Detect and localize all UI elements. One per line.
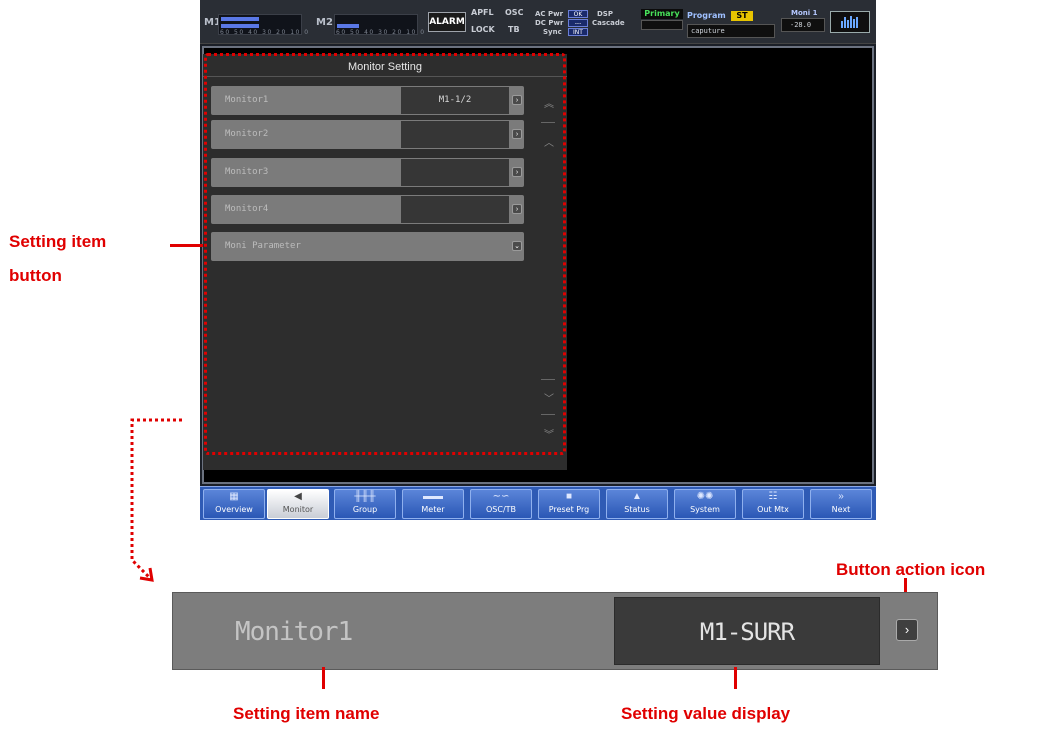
nav-status[interactable]: ▲ Status (606, 489, 668, 519)
speaker-icon: ◀ (294, 491, 302, 502)
annotation-leader-line (322, 667, 325, 689)
cascade-indicator (641, 20, 683, 30)
primary-indicator: Primary (641, 9, 683, 19)
m2-meter-bar (337, 24, 360, 28)
chevron-right-icon[interactable]: › (896, 619, 918, 641)
m1-meter: 60 50 40 30 20 10 0 (218, 14, 308, 36)
faders-icon: ╫╫╫ (354, 491, 376, 502)
warning-icon: ▲ (632, 491, 642, 502)
annotation-setting-item-name: Setting item name (233, 704, 380, 723)
m2-scale: 60 50 40 30 20 10 0 (336, 29, 426, 36)
nav-label: Preset Prg (548, 505, 590, 514)
nav-meter[interactable]: ▬▬ Meter (402, 489, 464, 519)
bottom-nav: ▦ Overview ◀ Monitor ╫╫╫ Group ▬▬ Meter … (200, 486, 876, 520)
highlight-frame (204, 53, 566, 455)
nav-label: Meter (421, 505, 445, 514)
lock-status: LOCK (471, 25, 495, 34)
program-name: caputure (691, 27, 725, 35)
sync-indicator: INT (568, 28, 588, 36)
nav-osc-tb[interactable]: ∼∽ OSC/TB (470, 489, 532, 519)
zoomed-setting-value-display: M1-SURR (614, 597, 880, 665)
console-screen: M1 60 50 40 30 20 10 0 M2 60 50 40 30 20… (200, 0, 876, 520)
annotation-leader-line (734, 667, 737, 689)
nav-system[interactable]: ✺✺ System (674, 489, 736, 519)
meter-icon: ▬▬ (423, 491, 443, 502)
nav-preset-prg[interactable]: ■ Preset Prg (538, 489, 600, 519)
annotation-leader-line (170, 244, 203, 247)
program-mode-badge: ST (731, 11, 753, 21)
nav-next[interactable]: » Next (810, 489, 872, 519)
program-label: Program (687, 11, 726, 20)
wave-icon: ∼∽ (492, 491, 510, 502)
nav-monitor[interactable]: ◀ Monitor (267, 489, 329, 519)
zoomed-setting-row[interactable]: Monitor1 M1-SURR › (172, 592, 938, 670)
m1-meter-bar-top (221, 17, 260, 21)
alarm-button[interactable]: ALARM (428, 12, 466, 32)
osc-status: OSC (505, 8, 524, 17)
m2-label: M2 (316, 17, 333, 28)
nav-label: Next (831, 505, 851, 514)
apfl-status: APFL (471, 8, 494, 17)
nav-label: Overview (215, 505, 253, 514)
preset-icon: ■ (565, 491, 573, 502)
annotation-setting-item-button-line1: Setting item (9, 232, 107, 251)
moni-level-value: -28.0 (790, 21, 812, 29)
nav-overview[interactable]: ▦ Overview (203, 489, 265, 519)
nav-label: OSC/TB (485, 505, 517, 514)
annotation-button-action-icon: Button action icon (836, 560, 986, 579)
annotation-setting-value-display: Setting value display (621, 704, 791, 723)
nav-label: Status (624, 505, 650, 514)
dc-pwr-label: DC Pwr (535, 19, 564, 27)
dc-pwr-indicator: --- (568, 19, 588, 27)
program-name-box[interactable]: caputure (687, 24, 775, 38)
matrix-icon: ☷ (768, 491, 778, 502)
ac-pwr-indicator: OK (568, 10, 588, 18)
nav-label: System (690, 505, 720, 514)
gears-icon: ✺✺ (696, 491, 714, 502)
status-bar: M1 60 50 40 30 20 10 0 M2 60 50 40 30 20… (200, 0, 876, 44)
sync-label: Sync (543, 28, 562, 36)
nav-label: Monitor (282, 505, 314, 514)
dsp-label: DSP (597, 10, 613, 18)
m1-meter-bar-bottom (221, 24, 260, 28)
moni-label: Moni 1 (791, 9, 818, 17)
tb-status: TB (508, 25, 520, 34)
zoomed-setting-item-name: Monitor1 (235, 617, 353, 647)
nav-group[interactable]: ╫╫╫ Group (334, 489, 396, 519)
nav-out-mtx[interactable]: ☷ Out Mtx (742, 489, 804, 519)
nav-label: Group (352, 505, 378, 514)
m2-meter: 60 50 40 30 20 10 0 (334, 14, 424, 36)
double-chevron-right-icon: » (838, 491, 844, 502)
meter-bars-icon[interactable] (830, 11, 870, 33)
overview-icon: ▦ (229, 491, 239, 502)
m1-scale: 60 50 40 30 20 10 0 (220, 29, 310, 36)
cascade-label: Cascade (592, 19, 625, 27)
nav-label: Out Mtx (757, 505, 789, 514)
zoom-arrow-icon (130, 418, 182, 582)
annotation-setting-item-button-line2: button (9, 266, 62, 285)
moni-level-box: -28.0 (781, 18, 825, 32)
ac-pwr-label: AC Pwr (535, 10, 564, 18)
